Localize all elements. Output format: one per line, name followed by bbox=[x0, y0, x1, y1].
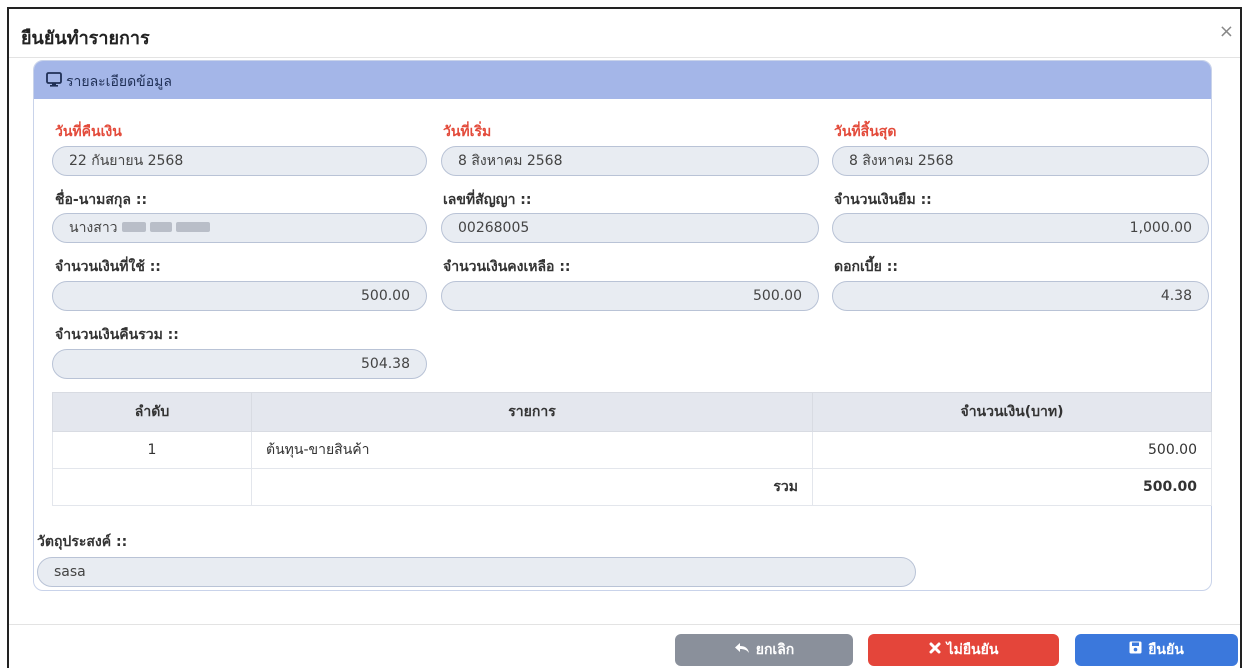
reject-button[interactable]: ไม่ยืนยัน bbox=[868, 634, 1059, 666]
cancel-label: ยกเลิก bbox=[755, 642, 795, 658]
total-label: รวม bbox=[251, 468, 813, 506]
purpose-field[interactable]: sasa bbox=[37, 557, 916, 587]
contract-label: เลขที่สัญญา :: bbox=[443, 192, 532, 208]
confirm-button[interactable]: ยืนยัน bbox=[1075, 634, 1238, 666]
panel-title: รายละเอียดข้อมูล bbox=[66, 74, 172, 90]
table-header-row: ลำดับ รายการ จำนวนเงิน(บาท) bbox=[52, 392, 1212, 432]
close-icon[interactable]: × bbox=[1219, 21, 1234, 42]
modal-header: ยืนยันทำรายการ × bbox=[9, 9, 1240, 58]
col-header-item: รายการ bbox=[251, 392, 813, 432]
purpose-label: วัตถุประสงค์ :: bbox=[37, 534, 128, 550]
cell-empty bbox=[52, 468, 252, 506]
reject-label: ไม่ยืนยัน bbox=[946, 642, 999, 658]
footer-divider bbox=[9, 624, 1240, 625]
used-amount-field[interactable]: 500.00 bbox=[52, 281, 427, 311]
remaining-field[interactable]: 500.00 bbox=[441, 281, 819, 311]
return-date-label: วันที่คืนเงิน bbox=[55, 124, 122, 140]
total-return-label: จำนวนเงินคืนรวม :: bbox=[55, 327, 179, 343]
loan-amount-label: จำนวนเงินยืม :: bbox=[834, 192, 932, 208]
panel-header: รายละเอียดข้อมูล bbox=[34, 61, 1211, 99]
items-table: ลำดับ รายการ จำนวนเงิน(บาท) 1 ต้นทุน-ขาย… bbox=[52, 392, 1212, 506]
modal-title: ยืนยันทำรายการ bbox=[21, 28, 150, 49]
total-return-field[interactable]: 504.38 bbox=[52, 349, 427, 379]
table-total-row: รวม 500.00 bbox=[52, 468, 1212, 506]
table-row: 1 ต้นทุน-ขายสินค้า 500.00 bbox=[52, 431, 1212, 469]
name-label: ชื่อ-นามสกุล :: bbox=[55, 192, 148, 208]
col-header-amount: จำนวนเงิน(บาท) bbox=[812, 392, 1212, 432]
reply-arrow-icon bbox=[734, 634, 750, 666]
col-header-no: ลำดับ bbox=[52, 392, 252, 432]
remaining-label: จำนวนเงินคงเหลือ :: bbox=[443, 259, 571, 275]
interest-field[interactable]: 4.38 bbox=[832, 281, 1209, 311]
name-prefix: นางสาว bbox=[69, 220, 118, 236]
start-date-label: วันที่เริ่ม bbox=[443, 124, 492, 140]
cell-amount: 500.00 bbox=[812, 431, 1212, 469]
x-icon bbox=[929, 634, 941, 666]
redacted-name bbox=[121, 214, 214, 242]
contract-field[interactable]: 00268005 bbox=[441, 213, 819, 243]
name-field[interactable]: นางสาว bbox=[52, 213, 427, 243]
detail-panel: รายละเอียดข้อมูล bbox=[33, 60, 1212, 591]
loan-amount-field[interactable]: 1,000.00 bbox=[832, 213, 1209, 243]
total-amount: 500.00 bbox=[812, 468, 1212, 506]
cancel-button[interactable]: ยกเลิก bbox=[675, 634, 853, 666]
cell-item: ต้นทุน-ขายสินค้า bbox=[251, 431, 813, 469]
save-icon bbox=[1129, 634, 1142, 666]
end-date-label: วันที่สิ้นสุด bbox=[834, 124, 897, 140]
end-date-field[interactable]: 8 สิงหาคม 2568 bbox=[832, 146, 1209, 176]
interest-label: ดอกเบี้ย :: bbox=[834, 259, 898, 275]
cell-no: 1 bbox=[52, 431, 252, 469]
monitor-icon bbox=[46, 72, 62, 91]
confirm-label: ยืนยัน bbox=[1148, 642, 1184, 658]
used-amount-label: จำนวนเงินที่ใช้ :: bbox=[55, 259, 161, 275]
start-date-field[interactable]: 8 สิงหาคม 2568 bbox=[441, 146, 819, 176]
return-date-field[interactable]: 22 กันยายน 2568 bbox=[52, 146, 427, 176]
